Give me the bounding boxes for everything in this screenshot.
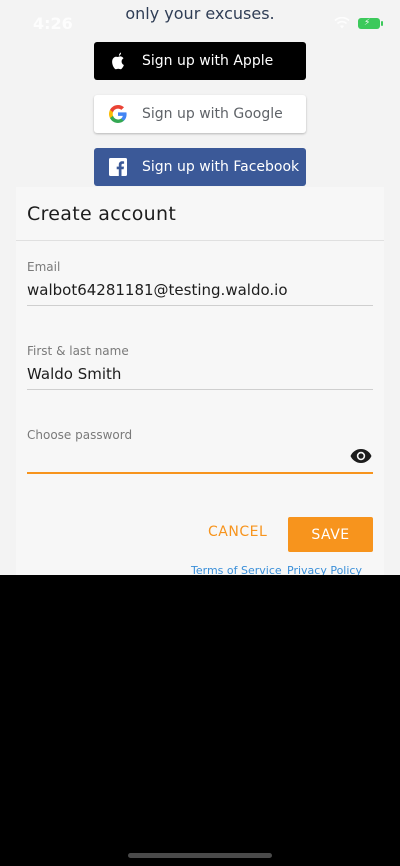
apple-icon <box>94 52 142 70</box>
password-field[interactable] <box>27 449 327 469</box>
privacy-policy-link[interactable]: Privacy Policy <box>287 564 362 575</box>
apple-signup-button[interactable]: Sign up with Apple <box>94 42 306 80</box>
home-indicator <box>128 853 272 858</box>
name-underline <box>27 389 373 390</box>
save-button[interactable]: SAVE <box>288 517 373 552</box>
name-label: First & last name <box>27 344 129 358</box>
status-icons: ⚡ <box>334 17 383 29</box>
password-label: Choose password <box>27 428 133 442</box>
wifi-icon <box>334 17 350 29</box>
facebook-signup-label: Sign up with Facebook <box>142 159 300 175</box>
card-title: Create account <box>27 203 177 225</box>
signup-screen: only your excuses. 4:26 ⚡ Sign up with A… <box>0 0 400 575</box>
google-icon <box>94 105 142 123</box>
apple-signup-label: Sign up with Apple <box>142 53 274 69</box>
email-field[interactable]: walbot64281181@testing.waldo.io <box>27 281 288 299</box>
google-signup-label: Sign up with Google <box>142 106 283 122</box>
status-bar: 4:26 ⚡ <box>0 0 400 44</box>
google-signup-button[interactable]: Sign up with Google <box>94 95 306 133</box>
facebook-signup-button[interactable]: Sign up with Facebook <box>94 148 306 186</box>
create-account-card: Create account Email walbot64281181@test… <box>16 187 384 575</box>
email-underline <box>27 305 373 306</box>
status-time: 4:26 <box>33 14 73 33</box>
card-divider <box>16 240 384 241</box>
terms-of-service-link[interactable]: Terms of Service <box>191 564 282 575</box>
name-field[interactable]: Waldo Smith <box>27 365 121 383</box>
cancel-button[interactable]: CANCEL <box>208 524 267 540</box>
email-label: Email <box>27 260 61 274</box>
battery-icon: ⚡ <box>358 17 383 29</box>
password-underline <box>27 472 373 474</box>
facebook-icon <box>94 158 142 176</box>
eye-icon[interactable] <box>350 448 372 464</box>
